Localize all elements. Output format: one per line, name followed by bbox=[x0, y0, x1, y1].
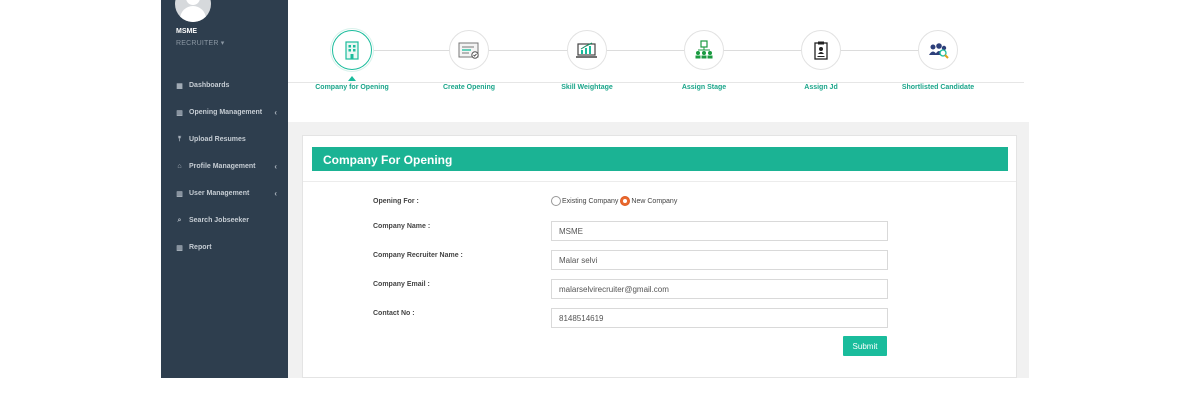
sidebar-item-label: Profile Management bbox=[189, 163, 256, 170]
company-name-input[interactable] bbox=[551, 221, 888, 241]
sidebar: MSME RECRUITER ▾ ▦ Dashboards ▥ Opening … bbox=[161, 0, 288, 378]
step-shortlisted-candidate[interactable]: Shortlisted Candidate bbox=[878, 30, 998, 91]
sidebar-item-opening-management[interactable]: ▥ Opening Management ‹ bbox=[161, 99, 288, 126]
step-circle bbox=[801, 30, 841, 70]
sidebar-item-dashboards[interactable]: ▦ Dashboards bbox=[161, 72, 288, 99]
certificate-icon bbox=[458, 42, 479, 59]
sidebar-item-report[interactable]: ▥ Report bbox=[161, 234, 288, 261]
recruiter-name-label: Company Recruiter Name : bbox=[373, 252, 463, 259]
avatar[interactable] bbox=[175, 0, 211, 22]
sidebar-item-label: Opening Management bbox=[189, 109, 263, 116]
team-search-icon bbox=[929, 43, 949, 59]
step-circle bbox=[332, 30, 372, 70]
sidebar-item-label: Upload Resumes bbox=[189, 136, 246, 143]
sidebar-item-user-management[interactable]: ▥ User Management ‹ bbox=[161, 180, 288, 207]
chart-laptop-icon bbox=[576, 42, 597, 58]
sidebar-item-label: Search Jobseeker bbox=[189, 217, 249, 224]
step-company-for-opening[interactable]: Company for Opening bbox=[292, 30, 412, 91]
document-icon bbox=[814, 41, 828, 60]
new-company-radio[interactable] bbox=[620, 196, 631, 206]
chevron-left-icon: ‹ bbox=[274, 189, 277, 198]
sidebar-item-search-jobseeker[interactable]: ⌕ Search Jobseeker bbox=[161, 207, 288, 234]
step-skill-weightage[interactable]: Skill Weightage bbox=[527, 30, 647, 91]
app-window: MSME RECRUITER ▾ ▦ Dashboards ▥ Opening … bbox=[161, 0, 1029, 378]
step-label: Create Opening bbox=[442, 84, 496, 91]
company-form-panel: Company For Opening Opening For : Existi… bbox=[302, 135, 1017, 378]
avatar-body bbox=[180, 6, 206, 22]
grid-icon: ▦ bbox=[176, 82, 183, 90]
opening-for-label: Opening For : bbox=[373, 198, 419, 205]
step-assign-jd[interactable]: Assign Jd bbox=[761, 30, 881, 91]
upload-icon: ⤒ bbox=[177, 135, 182, 143]
chevron-left-icon: ‹ bbox=[274, 108, 277, 117]
step-circle bbox=[684, 30, 724, 70]
briefcase-icon: ⌂ bbox=[177, 163, 182, 170]
step-label: Assign Jd bbox=[804, 84, 838, 91]
sidebar-item-profile-management[interactable]: ⌂ Profile Management ‹ bbox=[161, 153, 288, 180]
bar-chart-icon: ▥ bbox=[176, 244, 183, 252]
existing-company-label[interactable]: Existing Company bbox=[562, 198, 618, 205]
org-chart-icon bbox=[695, 40, 713, 59]
sidebar-item-label: Dashboards bbox=[189, 82, 230, 89]
step-assign-stage[interactable]: Assign Stage bbox=[644, 30, 764, 91]
panel-header: Company For Opening bbox=[312, 147, 1008, 171]
bar-chart-icon: ▥ bbox=[176, 109, 183, 117]
contact-no-label: Contact No : bbox=[373, 310, 415, 317]
step-create-opening[interactable]: Create Opening bbox=[409, 30, 529, 91]
new-company-label[interactable]: New Company bbox=[631, 198, 677, 205]
company-email-input[interactable] bbox=[551, 279, 888, 299]
step-circle bbox=[449, 30, 489, 70]
opening-for-radio-group: Existing Company New Company bbox=[551, 196, 679, 206]
contact-no-input[interactable] bbox=[551, 308, 888, 328]
company-name-label: Company Name : bbox=[373, 223, 431, 230]
step-label: Skill Weightage bbox=[561, 84, 613, 91]
panel-title: Company For Opening bbox=[323, 153, 453, 167]
steps-divider bbox=[288, 82, 1024, 83]
company-email-label: Company Email : bbox=[373, 281, 430, 288]
sidebar-item-label: Report bbox=[189, 244, 212, 251]
active-step-pointer bbox=[348, 76, 356, 81]
existing-company-radio[interactable] bbox=[551, 196, 561, 206]
chevron-left-icon: ‹ bbox=[274, 162, 277, 171]
user-role-dropdown[interactable]: RECRUITER ▾ bbox=[176, 39, 225, 47]
wizard-steps: Company for Opening Create Opening Skill… bbox=[288, 0, 1029, 122]
step-circle bbox=[567, 30, 607, 70]
sidebar-item-upload-resumes[interactable]: ⤒ Upload Resumes bbox=[161, 126, 288, 153]
step-circle bbox=[918, 30, 958, 70]
submit-button[interactable]: Submit bbox=[843, 336, 887, 356]
panel-divider bbox=[303, 181, 1016, 182]
step-label: Shortlisted Candidate bbox=[901, 84, 975, 91]
search-icon: ⌕ bbox=[177, 216, 182, 224]
building-icon bbox=[345, 41, 359, 60]
step-label: Company for Opening bbox=[315, 84, 389, 91]
avatar-head bbox=[186, 0, 200, 5]
user-name: MSME bbox=[176, 28, 197, 35]
bar-chart-icon: ▥ bbox=[176, 190, 183, 198]
step-label: Assign Stage bbox=[681, 84, 727, 91]
sidebar-item-label: User Management bbox=[189, 190, 250, 197]
sidebar-nav: ▦ Dashboards ▥ Opening Management ‹ ⤒ Up… bbox=[161, 72, 288, 261]
recruiter-name-input[interactable] bbox=[551, 250, 888, 270]
